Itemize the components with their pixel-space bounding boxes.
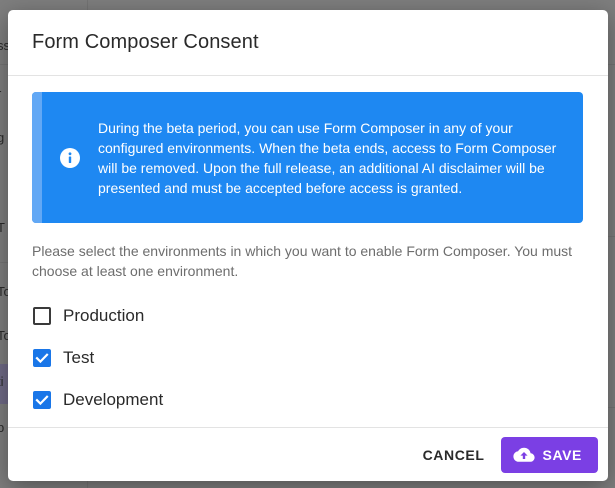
cloud-upload-icon	[512, 447, 535, 462]
production-checkbox[interactable]	[33, 307, 51, 325]
dialog-header: Form Composer Consent	[8, 10, 608, 76]
environment-label: Production	[63, 306, 145, 325]
environment-label: Test	[63, 348, 95, 367]
test-checkbox[interactable]	[33, 349, 51, 367]
environment-option-test[interactable]: Test	[32, 337, 583, 379]
dialog-body: During the beta period, you can use Form…	[8, 76, 608, 421]
save-button[interactable]: SAVE	[500, 436, 598, 473]
info-message: During the beta period, you can use Form…	[98, 119, 557, 196]
instructions-text: Please select the environments in which …	[32, 243, 573, 279]
environment-option-development[interactable]: Development	[32, 379, 583, 421]
info-banner: During the beta period, you can use Form…	[32, 92, 583, 223]
save-button-label: SAVE	[542, 446, 582, 463]
environment-options: Production Test Development	[32, 295, 583, 421]
cancel-button[interactable]: CANCEL	[409, 439, 499, 471]
info-icon	[42, 147, 98, 168]
checkmark-icon	[35, 395, 49, 406]
dialog-title: Form Composer Consent	[32, 31, 259, 53]
consent-dialog: Form Composer Consent During the beta pe…	[8, 10, 608, 481]
environment-label: Development	[63, 390, 164, 409]
dialog-footer: CANCEL SAVE	[8, 427, 608, 481]
development-checkbox[interactable]	[33, 391, 51, 409]
environment-option-production[interactable]: Production	[32, 295, 583, 337]
info-banner-accent	[32, 92, 42, 223]
checkmark-icon	[35, 353, 49, 364]
